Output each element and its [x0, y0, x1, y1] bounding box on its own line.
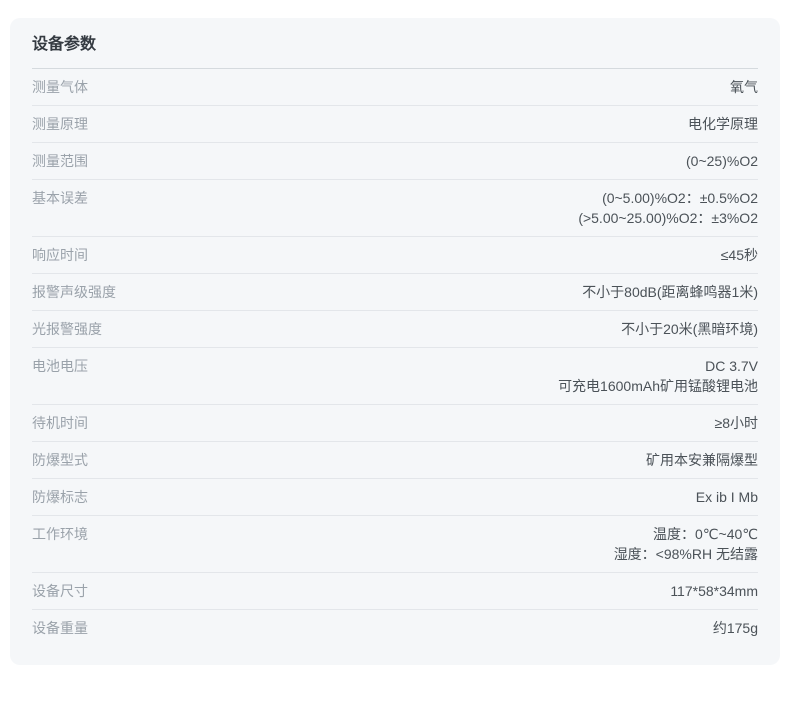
value-line: 电化学原理 — [688, 114, 758, 134]
value-line: 矿用本安兼隔爆型 — [646, 450, 758, 470]
row-value: ≤45秒 — [721, 245, 758, 265]
row-label: 测量原理 — [32, 114, 104, 134]
row-value: (0~5.00)%O2：±0.5%O2 (>5.00~25.00)%O2：±3%… — [578, 188, 758, 228]
row-label: 测量范围 — [32, 151, 104, 171]
value-line: 117*58*34mm — [670, 581, 758, 601]
value-line: 约175g — [713, 618, 758, 638]
row-value: Ex ib I Mb — [696, 487, 758, 507]
row-label: 防爆型式 — [32, 450, 104, 470]
row-value: 117*58*34mm — [670, 581, 758, 601]
value-line: 不小于20米(黑暗环境) — [621, 319, 758, 339]
device-params-card: 设备参数 测量气体 氧气 测量原理 电化学原理 测量范围 (0~25)%O2 基… — [10, 18, 780, 665]
value-line: Ex ib I Mb — [696, 487, 758, 507]
row-label: 防爆标志 — [32, 487, 104, 507]
value-line: (>5.00~25.00)%O2：±3%O2 — [578, 208, 758, 228]
row-label: 设备重量 — [32, 618, 104, 638]
row-value: 不小于80dB(距离蜂鸣器1米) — [582, 282, 758, 302]
page-title: 设备参数 — [32, 28, 758, 69]
row-label: 报警声级强度 — [32, 282, 132, 302]
table-row: 工作环境 温度：0℃~40℃ 湿度：<98%RH 无结露 — [32, 516, 758, 573]
row-label: 待机时间 — [32, 413, 104, 433]
table-row: 设备尺寸 117*58*34mm — [32, 573, 758, 610]
table-row: 测量范围 (0~25)%O2 — [32, 143, 758, 180]
value-line: 不小于80dB(距离蜂鸣器1米) — [582, 282, 758, 302]
row-value: 约175g — [713, 618, 758, 638]
value-line: 温度：0℃~40℃ — [614, 524, 758, 544]
table-row: 基本误差 (0~5.00)%O2：±0.5%O2 (>5.00~25.00)%O… — [32, 180, 758, 237]
row-label: 工作环境 — [32, 524, 104, 544]
value-line: (0~25)%O2 — [686, 151, 758, 171]
row-value: (0~25)%O2 — [686, 151, 758, 171]
table-row: 防爆标志 Ex ib I Mb — [32, 479, 758, 516]
value-line: (0~5.00)%O2：±0.5%O2 — [578, 188, 758, 208]
table-row: 测量原理 电化学原理 — [32, 106, 758, 143]
row-value: ≥8小时 — [715, 413, 758, 433]
value-line: 湿度：<98%RH 无结露 — [614, 544, 758, 564]
value-line: DC 3.7V — [558, 356, 758, 376]
table-row: 待机时间 ≥8小时 — [32, 405, 758, 442]
row-label: 测量气体 — [32, 77, 104, 97]
row-value: 温度：0℃~40℃ 湿度：<98%RH 无结露 — [614, 524, 758, 564]
table-row: 响应时间 ≤45秒 — [32, 237, 758, 274]
table-row: 设备重量 约175g — [32, 610, 758, 646]
table-row: 测量气体 氧气 — [32, 69, 758, 106]
row-value: DC 3.7V 可充电1600mAh矿用锰酸锂电池 — [558, 356, 758, 396]
row-value: 电化学原理 — [688, 114, 758, 134]
table-row: 防爆型式 矿用本安兼隔爆型 — [32, 442, 758, 479]
value-line: ≤45秒 — [721, 245, 758, 265]
row-label: 设备尺寸 — [32, 581, 104, 601]
value-line: ≥8小时 — [715, 413, 758, 433]
row-label: 基本误差 — [32, 188, 104, 208]
table-row: 光报警强度 不小于20米(黑暗环境) — [32, 311, 758, 348]
value-line: 可充电1600mAh矿用锰酸锂电池 — [558, 376, 758, 396]
row-value: 不小于20米(黑暗环境) — [621, 319, 758, 339]
row-label: 电池电压 — [32, 356, 104, 376]
row-value: 氧气 — [730, 77, 758, 97]
value-line: 氧气 — [730, 77, 758, 97]
row-value: 矿用本安兼隔爆型 — [646, 450, 758, 470]
row-label: 响应时间 — [32, 245, 104, 265]
table-row: 电池电压 DC 3.7V 可充电1600mAh矿用锰酸锂电池 — [32, 348, 758, 405]
row-label: 光报警强度 — [32, 319, 118, 339]
table-row: 报警声级强度 不小于80dB(距离蜂鸣器1米) — [32, 274, 758, 311]
